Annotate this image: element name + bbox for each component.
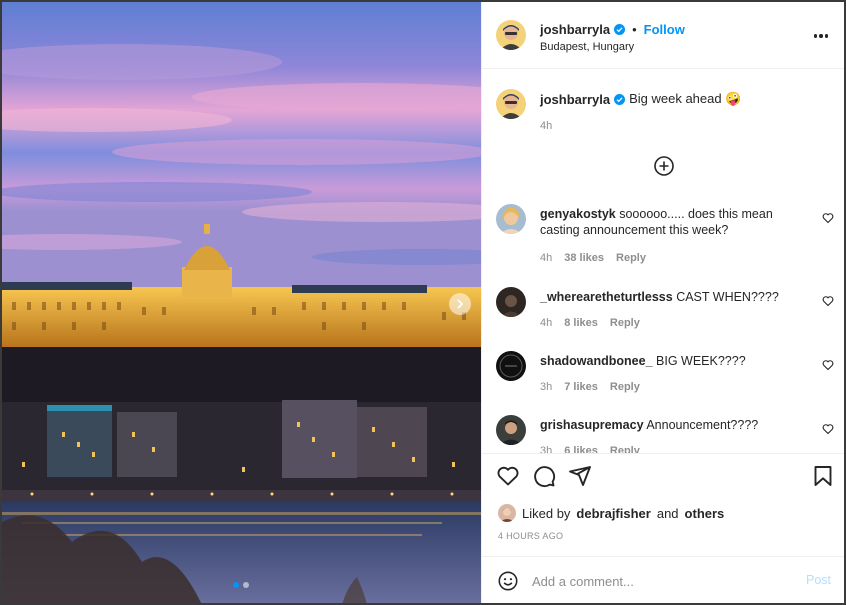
separator-dot: • (632, 22, 637, 37)
comment-input[interactable] (532, 571, 792, 591)
reply-button[interactable]: Reply (610, 317, 640, 329)
comment-meta: 3h 6 likes Reply (540, 445, 640, 453)
post-photo[interactable] (2, 2, 481, 603)
heart-icon[interactable] (822, 212, 834, 224)
post-header: joshbarryla • Follow Budapest, Hungary (482, 2, 844, 69)
comment-likes[interactable]: 8 likes (564, 317, 598, 329)
more-options-button[interactable] (811, 26, 831, 46)
comment-meta: 4h 8 likes Reply (540, 317, 640, 329)
liker-avatar[interactable] (498, 504, 516, 522)
comment-text: Announcement???? (646, 418, 759, 432)
commenter-avatar[interactable] (496, 415, 526, 445)
post-comment-button[interactable]: Post (806, 573, 831, 587)
bookmark-icon[interactable] (811, 464, 835, 488)
liked-by-and: and (656, 505, 679, 521)
comment-time[interactable]: 3h (540, 381, 552, 393)
reply-button[interactable]: Reply (610, 445, 640, 453)
post-caption: joshbarryla Big week ahead 🤪 (540, 91, 741, 107)
more-dot (824, 34, 829, 38)
author-line: joshbarryla • Follow (540, 22, 685, 37)
comment-time[interactable]: 3h (540, 445, 552, 453)
like-heart-icon[interactable] (496, 464, 520, 488)
caption-text: Big week ahead 🤪 (629, 91, 742, 106)
comment-likes[interactable]: 7 likes (564, 381, 598, 393)
post-modal: joshbarryla • Follow Budapest, Hungary j… (0, 0, 846, 605)
carousel-dot (243, 582, 249, 588)
follow-button[interactable]: Follow (644, 22, 685, 37)
caption-username[interactable]: joshbarryla (540, 92, 610, 107)
verified-badge-icon (614, 24, 626, 35)
post-details-panel: joshbarryla • Follow Budapest, Hungary j… (481, 2, 844, 603)
liked-by-user[interactable]: debrajfisher (576, 506, 650, 521)
add-circle-icon[interactable] (653, 155, 675, 177)
next-arrow-icon (457, 299, 464, 309)
comment-icon[interactable] (532, 464, 556, 488)
carousel-dot-active (233, 582, 239, 588)
comment-likes[interactable]: 6 likes (564, 445, 598, 453)
comment-text-block: grishasupremacy Announcement???? (540, 417, 800, 433)
comment-likes[interactable]: 38 likes (564, 252, 604, 264)
more-dot (819, 34, 823, 38)
liked-by-prefix: Liked by (522, 505, 571, 521)
comment-time[interactable]: 4h (540, 317, 552, 329)
reply-button[interactable]: Reply (610, 381, 640, 393)
buda-castle-photo (2, 2, 481, 603)
commenter-username[interactable]: grishasupremacy (540, 418, 644, 432)
next-photo-button[interactable] (449, 293, 471, 315)
comment-item: genyakostyk soooooo..... does this mean … (482, 204, 844, 264)
more-options-icon (813, 34, 818, 38)
liked-by-others[interactable]: others (685, 506, 725, 521)
author-username[interactable]: joshbarryla (540, 22, 610, 37)
commenter-username[interactable]: _wherearetheturtlesss (540, 290, 673, 304)
comment-text: CAST WHEN???? (676, 290, 779, 304)
caption-timestamp[interactable]: 4h (540, 120, 552, 132)
comment-text-block: _wherearetheturtlesss CAST WHEN???? (540, 289, 800, 305)
commenter-avatar[interactable] (496, 351, 526, 381)
comment-item: grishasupremacy Announcement???? 3h 6 li… (482, 415, 844, 453)
comment-composer: Post (482, 556, 844, 603)
post-location[interactable]: Budapest, Hungary (540, 41, 634, 53)
emoji-icon[interactable] (497, 570, 519, 592)
comments-scroll-area[interactable]: joshbarryla Big week ahead 🤪 4h genyakos… (482, 69, 844, 453)
comment-time[interactable]: 4h (540, 252, 552, 264)
comment-text-block: genyakostyk soooooo..... does this mean … (540, 206, 800, 238)
heart-icon[interactable] (822, 359, 834, 371)
post-timestamp[interactable]: 4 HOURS AGO (498, 531, 563, 541)
author-avatar[interactable] (496, 20, 526, 50)
carousel-indicator (233, 582, 249, 588)
share-icon[interactable] (568, 464, 592, 488)
heart-icon[interactable] (822, 423, 834, 435)
commenter-avatar[interactable] (496, 287, 526, 317)
liked-by-summary: Liked by debrajfisher and others (498, 504, 724, 522)
commenter-username[interactable]: genyakostyk (540, 207, 616, 221)
heart-icon[interactable] (822, 295, 834, 307)
post-actions: Liked by debrajfisher and others 4 HOURS… (482, 453, 844, 556)
caption-author-avatar[interactable] (496, 89, 526, 119)
comment-meta: 4h 38 likes Reply (540, 252, 646, 264)
commenter-username[interactable]: shadowandbonee_ (540, 354, 653, 368)
reply-button[interactable]: Reply (616, 252, 646, 264)
comment-item: shadowandbonee_ BIG WEEK???? 3h 7 likes … (482, 351, 844, 396)
comment-text-block: shadowandbonee_ BIG WEEK???? (540, 353, 800, 369)
verified-badge-icon (614, 93, 626, 105)
comment-text: BIG WEEK???? (656, 354, 746, 368)
commenter-avatar[interactable] (496, 204, 526, 234)
comment-item: _wherearetheturtlesss CAST WHEN???? 4h 8… (482, 287, 844, 332)
comment-meta: 3h 7 likes Reply (540, 381, 640, 393)
